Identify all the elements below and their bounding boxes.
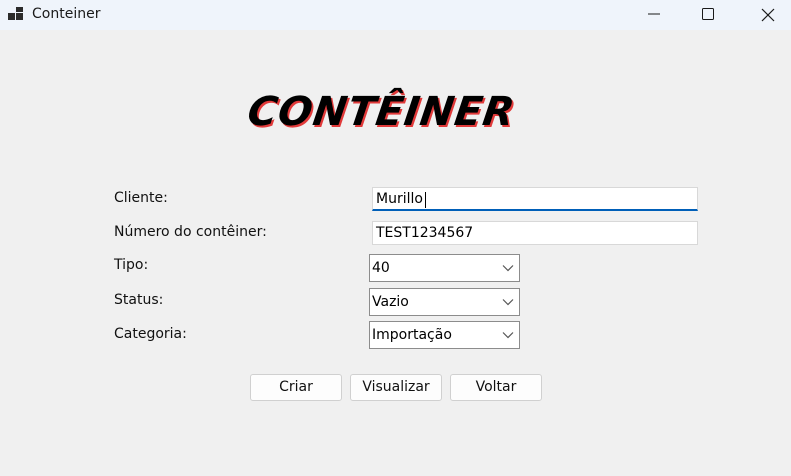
text-caret xyxy=(425,192,426,208)
cliente-input-value: Murillo xyxy=(376,191,423,207)
chevron-down-icon xyxy=(502,265,514,272)
tipo-dropdown[interactable]: 40 xyxy=(369,254,520,282)
minimize-icon xyxy=(648,13,660,15)
criar-button[interactable]: Criar xyxy=(250,374,342,401)
chevron-down-icon xyxy=(502,299,514,306)
maximize-button[interactable] xyxy=(685,0,731,30)
logo-text: CONTÊINER xyxy=(244,89,519,135)
voltar-button[interactable]: Voltar xyxy=(450,374,542,401)
maximize-icon xyxy=(702,8,714,20)
status-label: Status: xyxy=(114,292,164,308)
close-icon xyxy=(761,8,775,22)
page-title: CONTÊINER xyxy=(245,82,518,142)
cliente-label: Cliente: xyxy=(114,190,168,206)
title-bar: Conteiner xyxy=(0,0,791,30)
cliente-input[interactable]: Murillo xyxy=(372,187,698,211)
minimize-button[interactable] xyxy=(631,0,677,30)
tipo-label: Tipo: xyxy=(114,257,149,273)
chevron-down-icon xyxy=(502,332,514,339)
categoria-dropdown-value: Importação xyxy=(372,327,452,343)
visualizar-button[interactable]: Visualizar xyxy=(350,374,442,401)
numero-conteiner-input-value: TEST1234567 xyxy=(376,225,474,241)
window-title: Conteiner xyxy=(32,6,101,22)
categoria-label: Categoria: xyxy=(114,326,187,342)
main-window: Conteiner CONTÊINER Cliente: Murillo Núm… xyxy=(0,0,791,476)
app-icon xyxy=(8,7,24,21)
status-dropdown[interactable]: Vazio xyxy=(369,288,520,316)
categoria-dropdown[interactable]: Importação xyxy=(369,321,520,349)
close-button[interactable] xyxy=(744,0,790,30)
numero-conteiner-label: Número do contêiner: xyxy=(114,224,267,240)
tipo-dropdown-value: 40 xyxy=(372,260,390,276)
status-dropdown-value: Vazio xyxy=(372,294,409,310)
numero-conteiner-input[interactable]: TEST1234567 xyxy=(372,221,698,245)
